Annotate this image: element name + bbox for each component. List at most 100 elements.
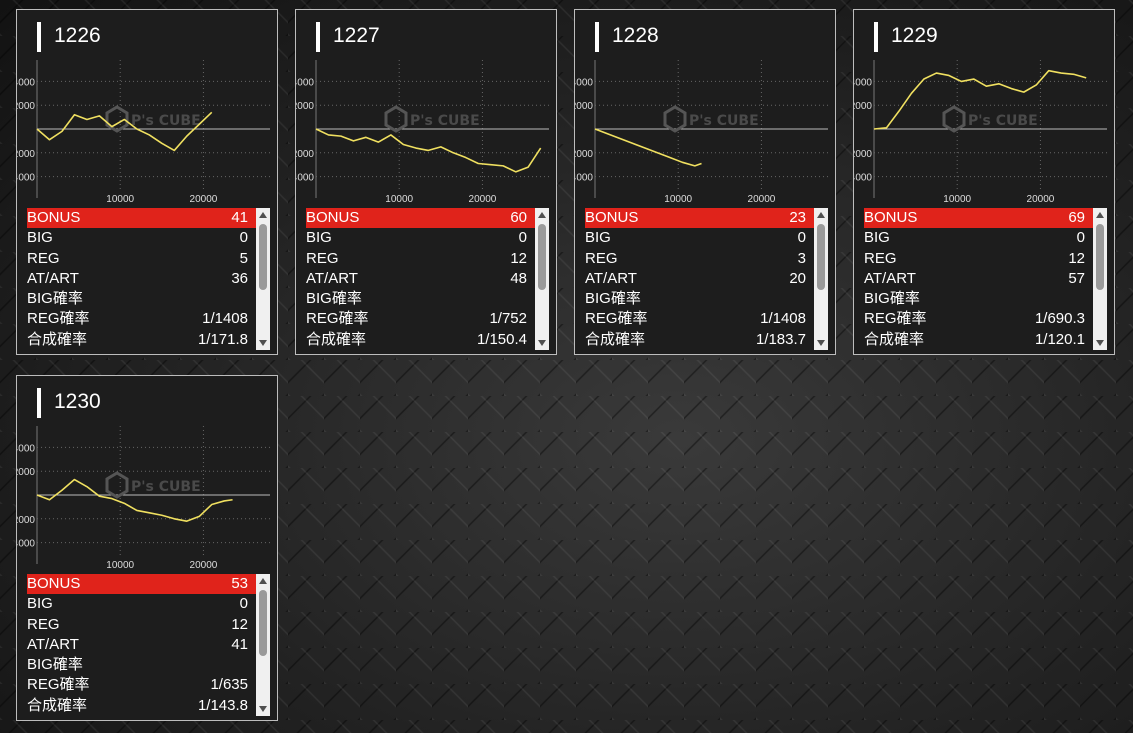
stat-label: AT/ART [585, 269, 637, 287]
scroll-down-icon[interactable] [259, 706, 267, 712]
stat-row-bonus: BONUS 53 [27, 574, 256, 595]
scroll-up-icon[interactable] [259, 212, 267, 218]
stat-row-at-art: AT/ART 48 [306, 269, 535, 289]
stats-list[interactable]: BONUS 69 BIG 0 REG 12 AT/ART 57 BIG確率 REG確率 1/690.… [864, 208, 1107, 350]
stats-list[interactable]: BONUS 23 BIG 0 REG 3 AT/ART 20 BIG確率 REG確率 1/1408 合… [585, 208, 828, 350]
y-tick-label: -2000 [854, 149, 872, 160]
stat-row-reg: REG 12 [306, 249, 535, 269]
stat-row-big: BIG 0 [306, 228, 535, 248]
stat-row-big: BIG 0 [27, 228, 256, 248]
scrollbar-thumb[interactable] [259, 590, 267, 656]
logo-watermark-icon [663, 105, 687, 133]
x-tick-label: 10000 [664, 194, 692, 204]
stat-value: 1/183.7 [755, 330, 806, 348]
stats-list[interactable]: BONUS 60 BIG 0 REG 12 AT/ART 48 BIG確率 REG確率 1/752 合… [306, 208, 549, 350]
scroll-up-icon[interactable] [1096, 212, 1104, 218]
stat-label: REG確率 [27, 310, 90, 328]
stat-label: REG [27, 249, 60, 267]
stat-row-at-art: AT/ART 20 [585, 269, 814, 289]
logo-watermark-icon [105, 471, 129, 499]
x-tick-label: 10000 [106, 194, 134, 204]
y-tick-label: 2000 [296, 101, 314, 112]
y-tick-label: 4000 [17, 77, 35, 88]
y-tick-label: 2000 [575, 101, 593, 112]
stat-label: BIG確率 [306, 290, 362, 308]
stat-value: 1/690.3 [1034, 310, 1085, 328]
stat-label: AT/ART [27, 635, 79, 653]
stat-row-reg: REG 5 [27, 249, 256, 269]
stat-label: BIG [864, 229, 890, 247]
stat-row-big: BIG 0 [585, 228, 814, 248]
y-tick-label: -2000 [17, 149, 35, 160]
stat-row-bonus: BONUS 23 [585, 208, 814, 229]
stat-value: 1/635 [210, 676, 248, 694]
machine-card-1229[interactable]: 1229 10000 20000 4000 2000 -2000 -4000 P's CUBE… [853, 9, 1115, 355]
scrollbar-thumb[interactable] [1096, 224, 1104, 290]
x-tick-label: 20000 [748, 194, 776, 204]
stat-row-reg: REG確率 1/1408 [585, 309, 814, 329]
machine-number[interactable]: 1228 [595, 22, 659, 52]
machine-number[interactable]: 1230 [37, 388, 101, 418]
scrollbar-thumb[interactable] [259, 224, 267, 290]
stats-scrollbar[interactable] [256, 574, 270, 716]
stats-scrollbar[interactable] [535, 208, 549, 350]
scrollbar-thumb[interactable] [817, 224, 825, 290]
stats-list[interactable]: BONUS 53 BIG 0 REG 12 AT/ART 41 BIG確率 REG確率 1/635 合… [27, 574, 270, 716]
machine-card-1230[interactable]: 1230 10000 20000 4000 2000 -2000 -4000 P's CUBE… [16, 375, 278, 721]
stats-scrollbar[interactable] [256, 208, 270, 350]
machine-card-1228[interactable]: 1228 10000 20000 4000 2000 -2000 -4000 P's CUBE… [574, 9, 836, 355]
logo-watermark-icon [942, 105, 966, 133]
y-tick-label: 4000 [17, 443, 35, 454]
scroll-up-icon[interactable] [817, 212, 825, 218]
y-tick-label: -4000 [17, 173, 35, 184]
stats-scrollbar[interactable] [814, 208, 828, 350]
machine-number[interactable]: 1229 [874, 22, 938, 52]
balance-line [315, 128, 542, 173]
stat-label: BIG [306, 229, 332, 247]
stat-value: 53 [231, 575, 248, 592]
machine-card-1226[interactable]: 1226 10000 20000 4000 2000 -2000 -4000 P's CUBE… [16, 9, 278, 355]
logo-watermark-icon [384, 105, 408, 133]
scroll-down-icon[interactable] [259, 340, 267, 346]
scroll-down-icon[interactable] [1096, 340, 1104, 346]
stat-value: 5 [239, 249, 248, 267]
stat-value: 0 [518, 229, 527, 247]
stats-list[interactable]: BONUS 41 BIG 0 REG 5 AT/ART 36 BIG確率 REG確率 1/1408 合… [27, 208, 270, 350]
stat-label: AT/ART [306, 269, 358, 287]
machine-number[interactable]: 1227 [316, 22, 380, 52]
scroll-down-icon[interactable] [538, 340, 546, 346]
x-tick-label: 10000 [385, 194, 413, 204]
stat-row-big: BIG 0 [864, 228, 1093, 248]
scrollbar-thumb[interactable] [538, 224, 546, 290]
stat-row-bonus: BONUS 69 [864, 208, 1093, 229]
stat-row-at-art: AT/ART 41 [27, 635, 256, 655]
balance-chart: 10000 20000 4000 2000 -2000 -4000 P's CUBE [17, 60, 270, 204]
stat-label: REG確率 [585, 310, 648, 328]
logo-watermark-text: P's CUBE [689, 113, 759, 129]
stat-row-at-art: AT/ART 57 [864, 269, 1093, 289]
scroll-up-icon[interactable] [538, 212, 546, 218]
x-tick-label: 20000 [190, 560, 218, 570]
scroll-up-icon[interactable] [259, 578, 267, 584]
stat-row-bonus: BONUS 60 [306, 208, 535, 229]
x-tick-label: 10000 [943, 194, 971, 204]
scroll-down-icon[interactable] [817, 340, 825, 346]
stats-scrollbar[interactable] [1093, 208, 1107, 350]
stat-row-big: BIG確率 [306, 289, 535, 309]
stat-label: BIG [585, 229, 611, 247]
stat-label: REG [864, 249, 897, 267]
machine-number[interactable]: 1226 [37, 22, 101, 52]
stat-value: 23 [789, 209, 806, 226]
y-tick-label: -4000 [854, 173, 872, 184]
balance-chart: 10000 20000 4000 2000 -2000 -4000 P's CUBE [854, 60, 1107, 204]
stat-label: 合成確率 [585, 330, 646, 348]
x-tick-label: 20000 [1027, 194, 1055, 204]
stat-value: 0 [239, 229, 248, 247]
logo-watermark-text: P's CUBE [131, 479, 201, 495]
stat-row-reg: REG 12 [864, 249, 1093, 269]
stat-label: BIG [27, 229, 53, 247]
machine-card-1227[interactable]: 1227 10000 20000 4000 2000 -2000 -4000 P's CUBE… [295, 9, 557, 355]
stat-label: BIG確率 [864, 290, 920, 308]
stat-value: 69 [1068, 209, 1085, 226]
stat-row-big: BIG確率 [585, 289, 814, 309]
